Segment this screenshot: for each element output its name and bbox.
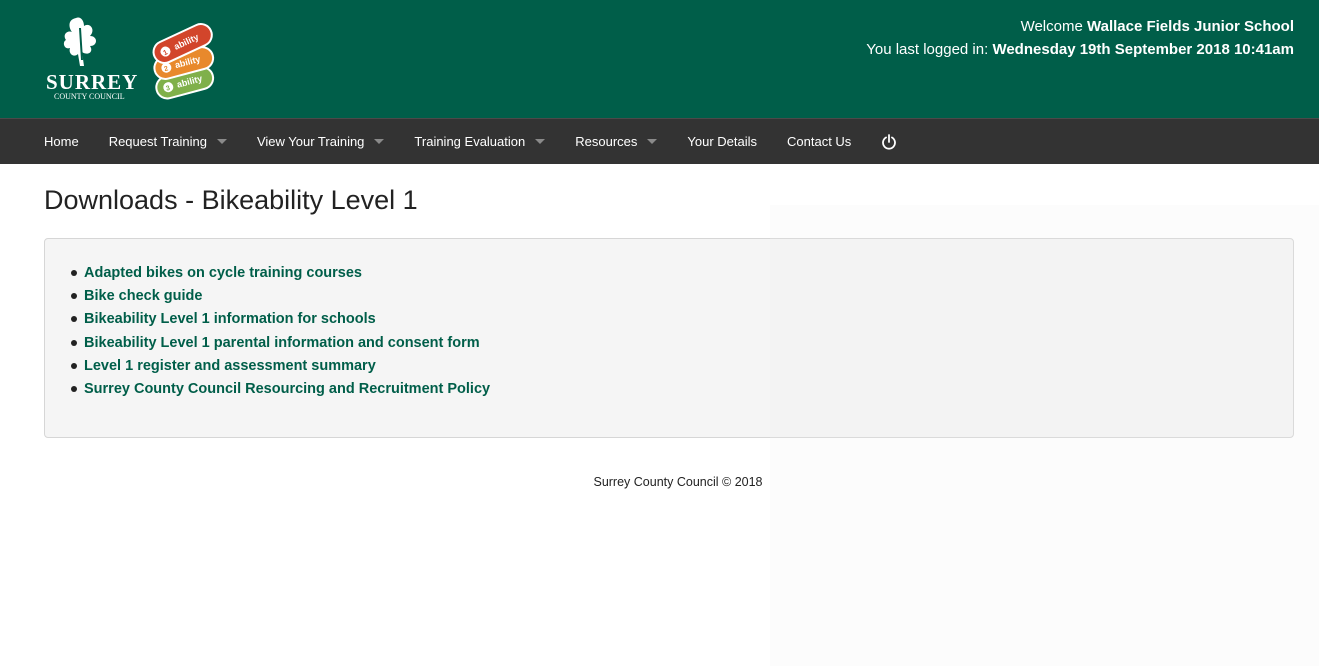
last-login-prefix: You last logged in:	[866, 41, 989, 58]
download-list-item: Adapted bikes on cycle training courses	[69, 261, 1293, 284]
caret-down-icon	[374, 139, 385, 144]
download-link[interactable]: Surrey County Council Resourcing and Rec…	[84, 381, 490, 397]
site-header: SURREY COUNTY COUNCIL 3 ability 2 abilit…	[0, 0, 1319, 118]
footer-text: Surrey County Council © 2018	[593, 475, 763, 489]
caret-down-icon	[647, 139, 658, 144]
county-council-wordmark: COUNTY COUNCIL	[54, 92, 125, 101]
nav-item-your-details[interactable]: Your Details	[672, 119, 772, 164]
download-list-item: Surrey County Council Resourcing and Rec…	[69, 377, 1293, 400]
nav-item-label: Request Training	[108, 134, 207, 149]
last-login-line: You last logged in: Wednesday 19th Septe…	[814, 38, 1294, 61]
caret-down-icon	[216, 139, 227, 144]
nav-item-resources[interactable]: Resources	[560, 119, 672, 164]
downloads-list: Adapted bikes on cycle training courses B…	[45, 239, 1293, 400]
nav-item-view-your-training[interactable]: View Your Training	[242, 119, 399, 164]
download-link[interactable]: Level 1 register and assessment summary	[84, 358, 376, 374]
surrey-wordmark: SURREY	[46, 70, 138, 94]
nav-item-label: Home	[44, 134, 79, 149]
oak-leaf-icon	[63, 17, 96, 66]
download-list-item: Bike check guide	[69, 284, 1293, 307]
user-name: Wallace Fields Junior School	[1087, 18, 1294, 35]
download-link[interactable]: Adapted bikes on cycle training courses	[84, 265, 362, 281]
last-login-value: Wednesday 19th September 2018 10:41am	[992, 41, 1294, 58]
nav-menu: Home Request Training View Your Training Tr…	[0, 119, 1319, 164]
nav-item-home[interactable]: Home	[29, 119, 94, 164]
power-icon	[882, 133, 897, 150]
page-title: Downloads - Bikeability Level 1	[44, 185, 418, 215]
welcome-prefix: Welcome	[1020, 18, 1083, 35]
download-list-item: Bikeability Level 1 parental information…	[69, 331, 1293, 354]
download-link[interactable]: Bikeability Level 1 parental information…	[84, 335, 480, 351]
surrey-bikeability-logo[interactable]: SURREY COUNTY COUNCIL 3 ability 2 abilit…	[44, 14, 224, 104]
nav-item-label: Resources	[575, 134, 638, 149]
download-link[interactable]: Bike check guide	[84, 288, 202, 304]
download-list-item: Bikeability Level 1 information for scho…	[69, 307, 1293, 330]
bikeability-badge-icon: 3 ability 2 ability 1 ability	[152, 23, 215, 100]
download-list-item: Level 1 register and assessment summary	[69, 354, 1293, 377]
logout-button[interactable]	[866, 119, 912, 164]
nav-item-label: View Your Training	[256, 134, 365, 149]
welcome-panel: Welcome Wallace Fields Junior School You…	[814, 15, 1294, 61]
nav-item-label: Your Details	[687, 134, 757, 149]
nav-item-contact-us[interactable]: Contact Us	[772, 119, 866, 164]
download-link[interactable]: Bikeability Level 1 information for scho…	[84, 311, 376, 327]
downloads-panel: Adapted bikes on cycle training courses B…	[44, 238, 1294, 438]
nav-item-label: Training Evaluation	[414, 134, 526, 149]
welcome-line: Welcome Wallace Fields Junior School	[814, 15, 1294, 38]
nav-item-training-evaluation[interactable]: Training Evaluation	[399, 119, 560, 164]
main-navbar: Home Request Training View Your Training Tr…	[0, 118, 1319, 164]
nav-item-request-training[interactable]: Request Training	[94, 119, 242, 164]
caret-down-icon	[535, 139, 546, 144]
nav-item-label: Contact Us	[787, 134, 852, 149]
